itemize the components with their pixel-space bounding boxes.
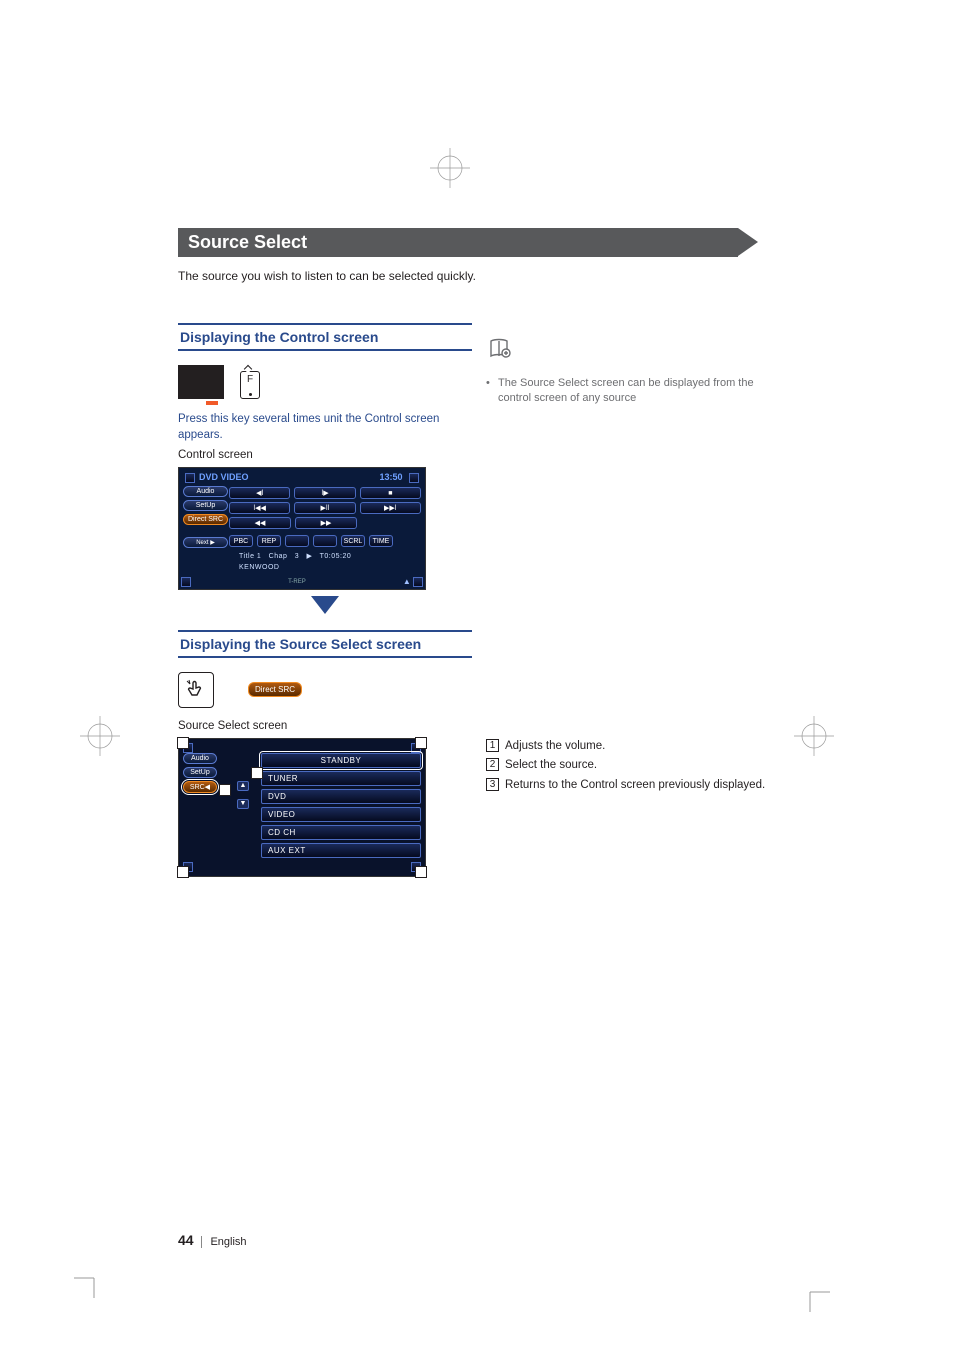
- callout-1b: 1: [415, 737, 427, 749]
- step-back-button[interactable]: ◀ǀ: [229, 487, 290, 499]
- crop-mark-right: [794, 716, 834, 756]
- section1-heading: Displaying the Control screen: [178, 323, 472, 351]
- callout-1d: 1: [415, 866, 427, 878]
- auxext-source[interactable]: AUX EXT: [261, 843, 421, 858]
- audio-button[interactable]: Audio: [183, 486, 228, 497]
- direct-src-pill[interactable]: Direct SRC: [248, 682, 302, 697]
- ss2-audio-button[interactable]: Audio: [183, 753, 217, 764]
- ss2-setup-button[interactable]: SetUp: [183, 767, 217, 778]
- section2-heading: Displaying the Source Select screen: [178, 630, 472, 658]
- intro-text: The source you wish to listen to can be …: [178, 269, 780, 283]
- section1-caption: Control screen: [178, 449, 472, 461]
- cdch-source[interactable]: CD CH: [261, 825, 421, 840]
- callout-3: 3: [219, 784, 231, 796]
- section1-instruction: Press this key several times unit the Co…: [178, 411, 472, 443]
- tuner-source[interactable]: TUNER: [261, 771, 421, 786]
- note-icon: [486, 337, 780, 368]
- crop-mark-left: [80, 716, 120, 756]
- page-footer: 44 English: [178, 1232, 247, 1248]
- rep-button[interactable]: REP: [257, 535, 281, 547]
- ss2-src-back-button[interactable]: SRC◀: [183, 781, 217, 793]
- in-badge: IN: [432, 524, 439, 531]
- head-unit-icon: [178, 365, 224, 399]
- callout-1c: 1: [177, 866, 189, 878]
- crop-mark-bl: [74, 1268, 104, 1298]
- scroll-down-button[interactable]: ▼: [237, 799, 249, 809]
- time-button[interactable]: TIME: [369, 535, 393, 547]
- step-fwd-button[interactable]: ǀ▶: [294, 487, 355, 499]
- control-screen: DVD VIDEO 13:50 Audio SetUp Direct SRC N…: [178, 467, 426, 590]
- page-language: English: [201, 1236, 246, 1248]
- standby-source[interactable]: STANDBY: [261, 753, 421, 768]
- dvd-source[interactable]: DVD: [261, 789, 421, 804]
- callout-2: 2: [251, 767, 263, 779]
- legend-list: 1Adjusts the volume. 2Select the source.…: [486, 737, 780, 796]
- crop-mark-br: [800, 1282, 830, 1312]
- next-track-button[interactable]: ▶▶ǀ: [360, 502, 421, 514]
- scrl-button[interactable]: SCRL: [341, 535, 365, 547]
- eject-icon[interactable]: ▲: [403, 577, 411, 586]
- rewind-button[interactable]: ◀◀: [229, 517, 291, 529]
- page-number: 44: [178, 1232, 194, 1248]
- source-select-screen: Audio SetUp SRC◀ ▲ ▼ STANDBY TUNER DVD V…: [178, 738, 426, 877]
- touch-hand-icon: [178, 672, 214, 708]
- callout-1a: 1: [177, 737, 189, 749]
- next-button[interactable]: Next ▶: [183, 537, 228, 548]
- video-source[interactable]: VIDEO: [261, 807, 421, 822]
- page-title-bar: Source Select: [178, 228, 738, 257]
- legend-2: Select the source.: [505, 759, 597, 771]
- section2-caption: Source Select screen: [178, 720, 472, 732]
- prev-button[interactable]: ǀ◀◀: [229, 502, 290, 514]
- pbc-button[interactable]: PBC: [229, 535, 253, 547]
- f-key-icon: F: [240, 371, 260, 399]
- legend-1: Adjusts the volume.: [505, 740, 605, 752]
- setup-button[interactable]: SetUp: [183, 500, 228, 511]
- scroll-up-button[interactable]: ▲: [237, 781, 249, 791]
- crop-mark-top: [430, 148, 470, 188]
- direct-src-button[interactable]: Direct SRC: [183, 514, 228, 525]
- note-text: The Source Select screen can be displaye…: [486, 376, 780, 407]
- down-arrow-icon: [311, 596, 339, 614]
- page-title: Source Select: [188, 232, 307, 252]
- ffwd-button[interactable]: ▶▶: [295, 517, 357, 529]
- play-pause-button[interactable]: ▶ǀǀ: [294, 502, 355, 514]
- legend-3: Returns to the Control screen previously…: [505, 779, 765, 791]
- stop-button[interactable]: ■: [360, 487, 421, 499]
